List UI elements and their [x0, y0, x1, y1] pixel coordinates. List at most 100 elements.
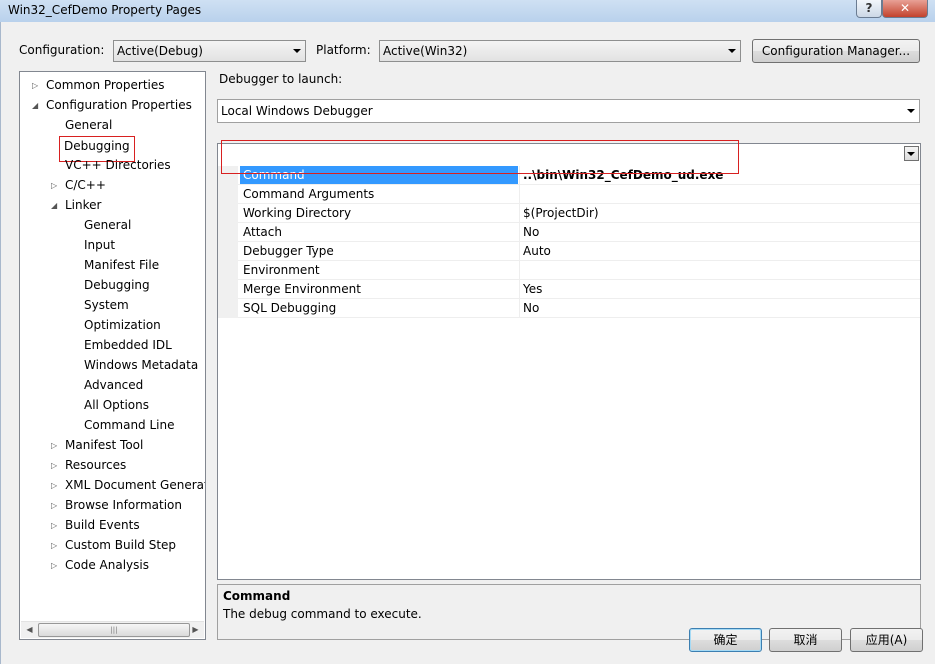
tree-item[interactable]: Configuration Properties	[46, 95, 192, 115]
tree-item[interactable]: Command Line	[84, 415, 175, 435]
row-margin	[218, 280, 238, 299]
property-row[interactable]: Command ..\bin\Win32_CefDemo_ud.exe	[218, 166, 920, 185]
debugger-launch-label: Debugger to launch:	[219, 72, 343, 86]
tree-item[interactable]: Windows Metadata	[84, 355, 198, 375]
property-value[interactable]: No	[519, 299, 899, 317]
value-dropdown-button[interactable]	[904, 146, 919, 161]
property-row[interactable]: Attach No	[218, 223, 920, 242]
property-row[interactable]: SQL Debugging No	[218, 299, 920, 318]
row-margin	[218, 223, 238, 242]
property-name[interactable]: Attach	[240, 223, 518, 241]
cancel-button[interactable]: 取消	[769, 628, 842, 652]
property-name[interactable]: Merge Environment	[240, 280, 518, 298]
tree-item[interactable]: VC++ Directories	[65, 155, 171, 175]
platform-label: Platform:	[316, 43, 371, 57]
tree-item[interactable]: All Options	[84, 395, 149, 415]
property-name[interactable]: Debugger Type	[240, 242, 518, 260]
property-value[interactable]: Yes	[519, 280, 899, 298]
property-row[interactable]: Working Directory $(ProjectDir)	[218, 204, 920, 223]
expand-arrow-icon[interactable]: ▷	[51, 561, 60, 570]
row-margin	[218, 299, 238, 318]
scroll-left-icon[interactable]: ◀	[21, 622, 38, 638]
configuration-manager-button[interactable]: Configuration Manager...	[752, 39, 920, 63]
expand-arrow-icon[interactable]: ▷	[51, 481, 60, 490]
property-row[interactable]: Merge Environment Yes	[218, 280, 920, 299]
tree-item[interactable]: Custom Build Step	[65, 535, 176, 555]
description-text: The debug command to execute.	[223, 607, 422, 621]
row-margin	[218, 261, 238, 280]
property-value[interactable]: $(ProjectDir)	[519, 204, 899, 222]
property-value[interactable]: No	[519, 223, 899, 241]
property-tree[interactable]: ▷ Common Properties ◢ Configuration Propert…	[19, 71, 206, 640]
tree-item[interactable]: Resources	[65, 455, 126, 475]
row-margin	[218, 204, 238, 223]
tree-item[interactable]: Linker	[65, 195, 101, 215]
configuration-label: Configuration:	[19, 43, 105, 57]
expand-arrow-icon[interactable]: ▷	[51, 441, 60, 450]
property-value[interactable]	[519, 185, 899, 203]
property-name[interactable]: Command	[240, 166, 518, 184]
expand-arrow-icon[interactable]: ▷	[51, 181, 60, 190]
apply-button[interactable]: 应用(A)	[850, 628, 923, 652]
expand-arrow-icon[interactable]: ▷	[51, 541, 60, 550]
chevron-down-icon	[293, 49, 301, 53]
property-row[interactable]: Debugger Type Auto	[218, 242, 920, 261]
title-bar: Win32_CefDemo Property Pages ? ✕	[0, 0, 935, 22]
tree-item[interactable]: Optimization	[84, 315, 161, 335]
debugger-dropdown[interactable]: Local Windows Debugger	[217, 99, 920, 123]
configuration-dropdown[interactable]: Active(Debug)	[113, 40, 306, 62]
scroll-right-icon[interactable]: ▶	[187, 622, 204, 638]
dialog-body: Configuration: Active(Debug) Platform: A…	[0, 22, 935, 664]
tree-item[interactable]: Embedded IDL	[84, 335, 172, 355]
platform-dropdown[interactable]: Active(Win32)	[379, 40, 741, 62]
expand-arrow-icon[interactable]: ◢	[32, 101, 41, 110]
ok-button[interactable]: 确定	[689, 628, 762, 652]
close-icon[interactable]: ✕	[882, 0, 928, 18]
tree-item[interactable]: Code Analysis	[65, 555, 149, 575]
expand-arrow-icon[interactable]: ◢	[51, 201, 60, 210]
expand-arrow-icon[interactable]: ▷	[51, 521, 60, 530]
property-value[interactable]: Auto	[519, 242, 899, 260]
property-name[interactable]: Command Arguments	[240, 185, 518, 203]
property-value[interactable]	[519, 261, 899, 279]
expand-arrow-icon[interactable]: ▷	[32, 81, 41, 90]
help-icon[interactable]: ?	[856, 0, 882, 18]
tree-item[interactable]: General	[84, 215, 131, 235]
tree-item[interactable]: Advanced	[84, 375, 143, 395]
tree-item[interactable]: C/C++	[65, 175, 106, 195]
chevron-down-icon	[728, 49, 736, 53]
tree-item[interactable]: Manifest Tool	[65, 435, 143, 455]
property-row[interactable]: Environment	[218, 261, 920, 280]
tree-item[interactable]: General	[65, 115, 112, 135]
scroll-thumb[interactable]: |||	[38, 623, 190, 637]
property-name[interactable]: Working Directory	[240, 204, 518, 222]
tree-item[interactable]: Browse Information	[65, 495, 182, 515]
row-margin	[218, 242, 238, 261]
property-row[interactable]: Command Arguments	[218, 185, 920, 204]
tree-item[interactable]: System	[84, 295, 129, 315]
property-name[interactable]: Environment	[240, 261, 518, 279]
row-margin	[218, 185, 238, 204]
property-name[interactable]: SQL Debugging	[240, 299, 518, 317]
property-value[interactable]: ..\bin\Win32_CefDemo_ud.exe	[519, 166, 899, 184]
tree-item[interactable]: Debugging	[84, 275, 150, 295]
tree-item[interactable]: Build Events	[65, 515, 140, 535]
expand-arrow-icon[interactable]: ▷	[51, 461, 60, 470]
tree-horizontal-scrollbar[interactable]: ◀ ||| ▶	[21, 621, 204, 638]
tree-item[interactable]: Manifest File	[84, 255, 159, 275]
description-title: Command	[223, 589, 291, 603]
tree-item[interactable]: Common Properties	[46, 75, 165, 95]
expand-arrow-icon[interactable]: ▷	[51, 501, 60, 510]
tree-item[interactable]: Input	[84, 235, 115, 255]
debugger-value: Local Windows Debugger	[221, 104, 373, 118]
property-grid: Command ..\bin\Win32_CefDemo_ud.exe Comman…	[217, 143, 921, 580]
tree-item[interactable]: XML Document Generat	[65, 475, 205, 495]
